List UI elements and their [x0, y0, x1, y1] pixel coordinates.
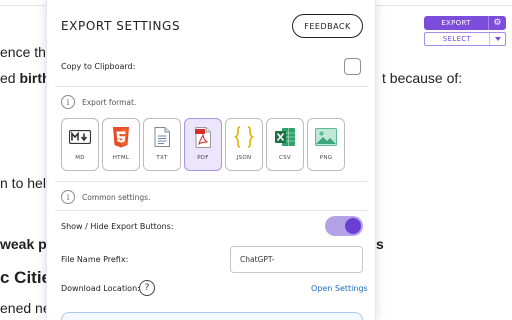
pdf-icon — [192, 126, 214, 148]
format-tile-json[interactable]: JSON — [225, 118, 263, 171]
format-tile-txt[interactable]: TXT — [143, 118, 181, 171]
show-hide-toggle[interactable] — [325, 216, 363, 236]
copy-to-clipboard-label: Copy to Clipboard: — [61, 62, 136, 71]
background-text-line: ened ne — [0, 300, 51, 316]
bottom-notice-box — [61, 312, 363, 320]
format-tile-label: MD — [75, 155, 85, 161]
format-tiles: MD HTML TXT PDF JSON CSV PNG — [61, 118, 348, 171]
file-name-prefix-label: File Name Prefix: — [61, 255, 129, 264]
excel-icon — [274, 126, 296, 148]
format-tile-label: PDF — [197, 155, 209, 161]
divider — [55, 86, 367, 87]
export-format-label: Export format. — [82, 97, 137, 107]
background-text-line: s — [376, 236, 384, 252]
html5-icon — [110, 126, 132, 148]
common-settings-header: i Common settings. — [61, 190, 150, 204]
format-select-label: SELECT — [442, 35, 472, 43]
show-hide-label: Show / Hide Export Buttons: — [61, 222, 174, 231]
export-button-label: EXPORT — [441, 19, 471, 27]
format-select[interactable]: SELECT — [424, 32, 506, 46]
feedback-button[interactable]: FEEDBACK — [292, 14, 363, 38]
format-tile-html[interactable]: HTML — [102, 118, 140, 171]
file-name-prefix-input[interactable]: ChatGPT- — [230, 246, 363, 273]
download-location-label: Download Location: — [61, 284, 140, 293]
text-file-icon — [151, 126, 173, 148]
export-format-header: i Export format. — [61, 95, 136, 109]
markdown-icon — [69, 126, 91, 148]
format-tile-md[interactable]: MD — [61, 118, 99, 171]
info-icon: i — [61, 95, 75, 109]
divider — [55, 181, 367, 182]
background-text-line: t because of: — [382, 70, 463, 86]
format-tile-label: PNG — [319, 155, 333, 161]
export-button[interactable]: EXPORT ⚙ — [424, 16, 506, 30]
copy-to-clipboard-checkbox[interactable] — [344, 58, 361, 75]
help-icon[interactable]: ? — [139, 280, 155, 296]
format-tile-label: HTML — [112, 155, 130, 161]
format-tile-label: JSON — [236, 155, 252, 161]
export-settings-panel: EXPORT SETTINGS FEEDBACK Copy to Clipboa… — [46, 0, 376, 320]
common-settings-label: Common settings. — [82, 192, 151, 202]
background-heading: c Citie — [0, 268, 52, 287]
open-settings-link[interactable]: Open Settings — [311, 284, 368, 293]
format-tile-label: TXT — [156, 155, 168, 161]
divider — [55, 210, 367, 211]
format-tile-png[interactable]: PNG — [307, 118, 345, 171]
image-icon — [315, 126, 337, 148]
panel-title: EXPORT SETTINGS — [61, 19, 181, 33]
format-tile-label: CSV — [279, 155, 291, 161]
json-braces-icon — [233, 126, 255, 148]
background-text-line: ed birth — [0, 70, 51, 86]
format-tile-csv[interactable]: CSV — [266, 118, 304, 171]
format-tile-pdf[interactable]: PDF — [184, 118, 222, 171]
chevron-down-icon[interactable] — [489, 33, 505, 45]
background-text-line: ence th — [0, 44, 46, 60]
info-icon: i — [61, 190, 75, 204]
gear-icon[interactable]: ⚙ — [488, 16, 506, 30]
toggle-knob — [345, 218, 361, 234]
